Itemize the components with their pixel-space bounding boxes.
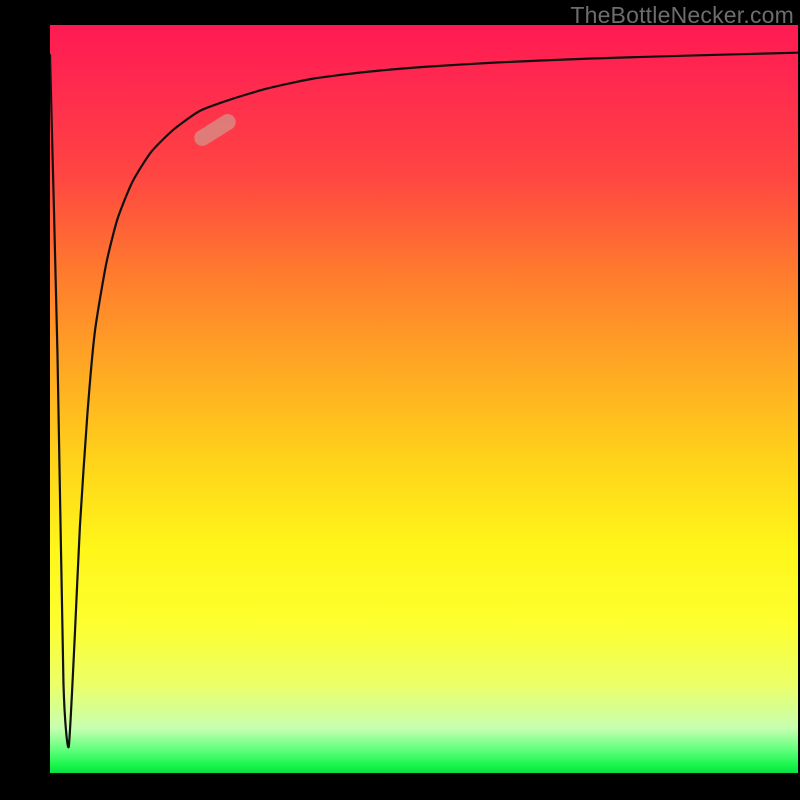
curve-marker xyxy=(191,111,238,149)
watermark-text: TheBottleNecker.com xyxy=(570,2,794,29)
bottleneck-curve xyxy=(50,25,798,773)
chart-frame: TheBottleNecker.com xyxy=(0,0,800,800)
chart-plot-area xyxy=(50,25,798,773)
